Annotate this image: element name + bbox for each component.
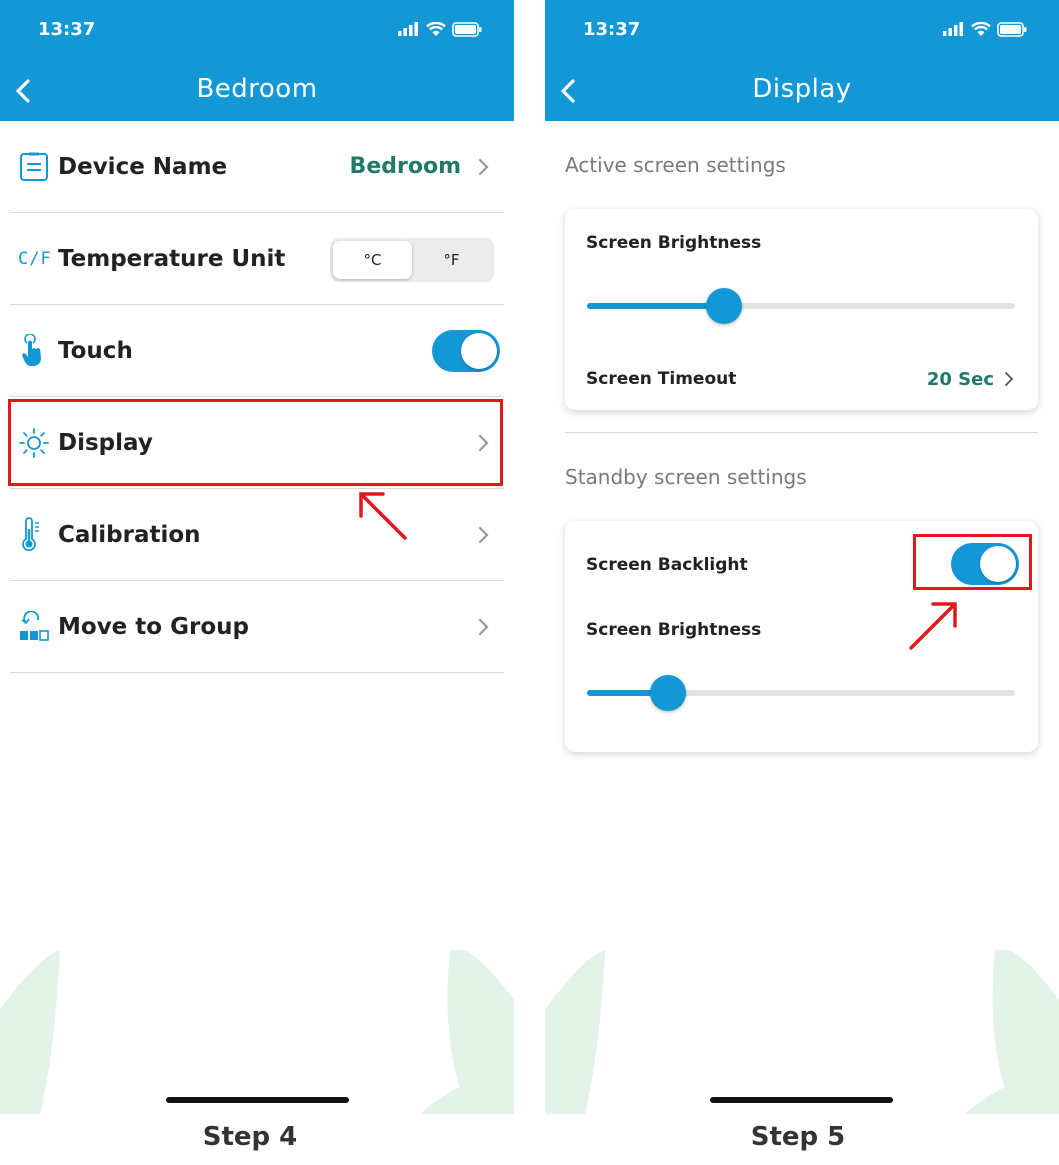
active-brightness-slider[interactable]	[587, 288, 1015, 324]
battery-icon	[452, 21, 482, 37]
step5-screen: 13:37 Display Active screen settings Scr…	[545, 0, 1059, 1114]
device-name-value: Bedroom	[349, 154, 461, 179]
calibration-row[interactable]: Calibration	[10, 489, 504, 581]
standby-brightness-slider[interactable]	[587, 675, 1015, 711]
touch-label: Touch	[58, 337, 133, 364]
active-section-title: Active screen settings	[565, 153, 786, 177]
chevron-right-icon	[478, 434, 489, 451]
touch-icon	[22, 333, 41, 366]
sun-icon	[19, 427, 49, 458]
toggle-knob	[461, 333, 497, 369]
signal-icon	[398, 22, 418, 36]
temperature-unit-row: C/F Temperature Unit °C °F	[10, 213, 504, 305]
display-label: Display	[58, 429, 153, 456]
thermometer-icon	[22, 516, 39, 551]
active-brightness-label: Screen Brightness	[586, 233, 762, 253]
chevron-right-icon	[478, 158, 489, 175]
slider-fill	[587, 303, 724, 309]
move-to-group-label: Move to Group	[58, 613, 249, 640]
page-title: Bedroom	[196, 74, 318, 104]
fahrenheit-option[interactable]: °F	[412, 241, 491, 279]
cf-icon: C/F	[18, 248, 52, 269]
status-bar: 13:37	[545, 0, 1059, 60]
celsius-option[interactable]: °C	[333, 241, 412, 279]
step4-caption: Step 4	[202, 1122, 298, 1152]
chevron-right-icon	[478, 618, 489, 635]
screen-timeout-label: Screen Timeout	[586, 369, 737, 389]
home-indicator	[710, 1097, 893, 1103]
wifi-icon	[971, 21, 991, 36]
device-name-row[interactable]: Device Name Bedroom	[10, 121, 504, 213]
temperature-unit-selector: °C °F	[330, 238, 494, 282]
calibration-label: Calibration	[58, 521, 201, 548]
chevron-right-icon	[478, 526, 489, 543]
touch-toggle[interactable]	[432, 330, 500, 372]
device-name-label: Device Name	[58, 153, 228, 180]
status-time: 13:37	[38, 19, 96, 40]
step5-caption: Step 5	[750, 1122, 846, 1152]
screen-timeout-row[interactable]: Screen Timeout 20 Sec	[565, 354, 1038, 399]
standby-settings-card: Screen Backlight Screen Brightness	[565, 521, 1038, 752]
active-settings-card: Screen Brightness Screen Timeout 20 Sec	[565, 209, 1038, 410]
slider-thumb[interactable]	[650, 675, 687, 711]
move-to-group-row[interactable]: Move to Group	[10, 581, 504, 673]
leaf-decoration	[0, 950, 514, 1114]
toggle-knob	[980, 546, 1016, 582]
page-title: Display	[752, 74, 852, 104]
screen-backlight-label: Screen Backlight	[586, 555, 748, 575]
step4-screen: 13:37 Bedroom Device Name Bedroom C/F Te…	[0, 0, 514, 1114]
screen-timeout-value: 20 Sec	[926, 369, 994, 390]
navigation-bar: Bedroom	[0, 60, 514, 121]
touch-row: Touch	[10, 305, 504, 397]
chevron-right-icon	[1005, 372, 1014, 386]
status-time: 13:37	[583, 19, 641, 40]
signal-icon	[943, 22, 963, 36]
section-divider	[565, 432, 1038, 433]
navigation-bar: Display	[545, 60, 1059, 121]
settings-list: Device Name Bedroom C/F Temperature Unit…	[10, 121, 504, 673]
screen-backlight-toggle[interactable]	[951, 543, 1019, 585]
wifi-icon	[426, 21, 446, 36]
status-bar: 13:37	[0, 0, 514, 60]
move-group-icon	[20, 610, 49, 641]
standby-section-title: Standby screen settings	[565, 465, 807, 489]
home-indicator	[166, 1097, 349, 1103]
slider-thumb[interactable]	[705, 288, 742, 324]
document-icon	[20, 152, 48, 181]
display-row[interactable]: Display	[10, 397, 504, 489]
battery-icon	[997, 21, 1027, 37]
leaf-decoration	[545, 950, 1059, 1114]
standby-brightness-label: Screen Brightness	[586, 620, 762, 640]
temperature-unit-label: Temperature Unit	[58, 245, 286, 272]
